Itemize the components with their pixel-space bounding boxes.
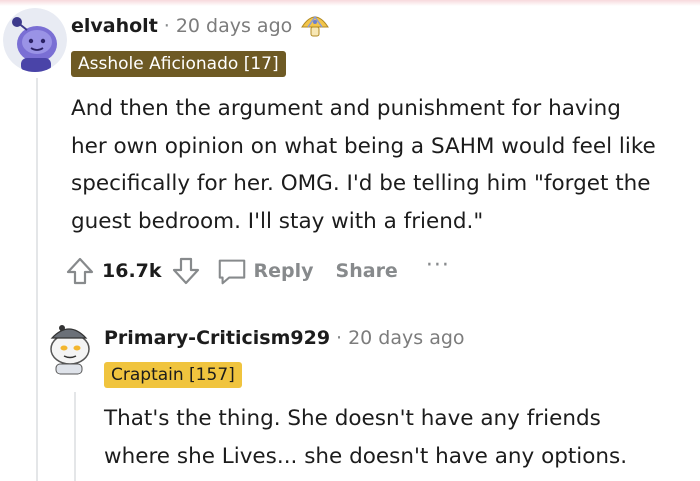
- user-flair: Asshole Aficionado [17]: [71, 51, 286, 77]
- thread-line[interactable]: [36, 78, 38, 481]
- reply-line: where she Lives... she doesn't have any …: [104, 443, 628, 469]
- timestamp[interactable]: 20 days ago: [176, 15, 292, 37]
- reply-thread-line[interactable]: [74, 392, 76, 481]
- downvote-icon[interactable]: [170, 255, 202, 287]
- user-flair: Craptain [157]: [104, 362, 242, 388]
- comment-line: her own opinion on what being a SAHM wou…: [71, 133, 656, 159]
- reply-meta: Primary-Criticism929 · 20 days ago: [104, 324, 465, 352]
- comment-line: guest bedroom. I'll stay with a friend.": [71, 208, 484, 234]
- reply-button[interactable]: Reply: [254, 260, 314, 282]
- reply-line: That's the thing. She doesn't have any f…: [104, 406, 601, 431]
- username[interactable]: elvaholt: [71, 15, 158, 37]
- comment-actions: 16.7k Reply Share ···: [64, 253, 450, 288]
- avatar[interactable]: [40, 316, 98, 376]
- timestamp[interactable]: 20 days ago: [348, 327, 464, 349]
- avatar[interactable]: [3, 8, 67, 72]
- more-options-button[interactable]: ···: [426, 253, 450, 278]
- separator-dot: ·: [163, 15, 170, 37]
- reply-body: That's the thing. She doesn't have any f…: [104, 400, 694, 475]
- reply-icon[interactable]: [216, 255, 248, 287]
- mushroom-award-icon[interactable]: [300, 13, 330, 39]
- comment-body: And then the argument and punishment for…: [71, 90, 691, 240]
- comment-meta: elvaholt · 20 days ago: [71, 12, 330, 40]
- username[interactable]: Primary-Criticism929: [104, 327, 330, 349]
- snoo-avatar-icon: [40, 317, 98, 375]
- share-button[interactable]: Share: [336, 260, 398, 282]
- top-divider: [0, 0, 700, 6]
- separator-dot: ·: [336, 327, 343, 349]
- comment-line: specifically for her. OMG. I'd be tellin…: [71, 171, 651, 196]
- upvote-icon[interactable]: [64, 255, 96, 287]
- comment-line: And then the argument and punishment for…: [71, 96, 621, 121]
- snoo-avatar-icon: [3, 8, 67, 72]
- vote-score: 16.7k: [102, 260, 162, 282]
